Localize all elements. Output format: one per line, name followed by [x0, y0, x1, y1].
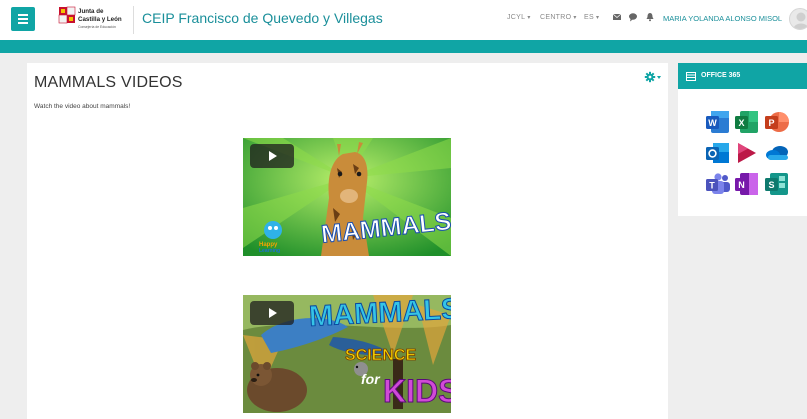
office365-block-title: OFFICE 365: [701, 72, 741, 79]
logo-line-2: Castilla y León: [78, 16, 122, 23]
logo-line-3: Consejería de Educación: [78, 25, 116, 29]
top-navbar: Junta de Castilla y León Consejería de E…: [0, 0, 807, 40]
powerpoint-icon[interactable]: P: [764, 109, 790, 135]
junta-castilla-leon-logo[interactable]: Junta de Castilla y León Consejería de E…: [57, 4, 130, 36]
svg-text:W: W: [708, 118, 717, 128]
onenote-icon[interactable]: N: [734, 171, 760, 197]
video-mammals-science-for-kids[interactable]: MAMMALS SCIENCE for KIDS: [243, 295, 451, 413]
video-mammals[interactable]: MAMMALS Happy Learning: [243, 138, 451, 256]
nav-menu-language[interactable]: ES ▾: [584, 14, 599, 21]
office365-block-header: OFFICE 365: [678, 63, 807, 89]
bell-icon[interactable]: [645, 12, 655, 22]
stream-icon[interactable]: [734, 140, 760, 166]
nav-centro-label: CENTRO: [540, 14, 572, 21]
chat-icon[interactable]: [628, 12, 638, 22]
word-icon[interactable]: W: [705, 109, 731, 135]
outlook-icon[interactable]: [705, 140, 731, 166]
header-band: [0, 40, 807, 53]
page-description: Watch the video about mammals!: [34, 103, 131, 110]
play-button[interactable]: [250, 301, 294, 325]
onedrive-icon[interactable]: [764, 140, 790, 166]
menu-toggle-button[interactable]: [11, 7, 35, 31]
calendar-table-icon: [686, 72, 696, 81]
user-avatar[interactable]: [789, 8, 807, 30]
page-title: MAMMALS VIDEOS: [34, 74, 183, 91]
site-title[interactable]: CEIP Francisco de Quevedo y Villegas: [142, 10, 383, 26]
teams-icon[interactable]: T: [705, 171, 731, 197]
office365-block: OFFICE 365 W X P T N S: [678, 63, 807, 216]
thumbnail-brand-line-2: Learning: [259, 248, 281, 254]
chevron-down-icon: ▾: [573, 15, 577, 21]
thumbnail-title-line-4: KIDS: [382, 373, 451, 410]
svg-text:X: X: [738, 118, 744, 128]
thumbnail-title-line-3: for: [361, 371, 380, 387]
chevron-down-icon: ▾: [527, 15, 531, 21]
logo-line-1: Junta de: [78, 8, 104, 15]
user-name[interactable]: MARIA YOLANDA ALONSO MISOL: [663, 14, 782, 23]
svg-text:S: S: [768, 180, 774, 190]
nav-jcyl-label: JCYL: [507, 14, 526, 21]
chevron-down-icon: ▾: [595, 15, 600, 21]
nav-menu-centro[interactable]: CENTRO ▾: [540, 14, 577, 21]
gear-icon[interactable]: [644, 71, 662, 83]
excel-icon[interactable]: X: [734, 109, 760, 135]
svg-text:N: N: [738, 180, 745, 190]
svg-text:T: T: [709, 181, 715, 191]
sway-icon[interactable]: S: [764, 171, 790, 197]
user-icon: [793, 12, 807, 29]
header-divider: [133, 6, 134, 34]
play-button[interactable]: [250, 144, 294, 168]
svg-text:P: P: [768, 118, 774, 128]
thumbnail-title-line-2: SCIENCE: [345, 347, 417, 365]
nav-language-label: ES: [584, 14, 594, 21]
mail-icon[interactable]: [612, 12, 622, 22]
main-content: MAMMALS VIDEOS Watch the video about mam…: [27, 63, 668, 419]
nav-menu-jcyl[interactable]: JCYL ▾: [507, 14, 531, 21]
